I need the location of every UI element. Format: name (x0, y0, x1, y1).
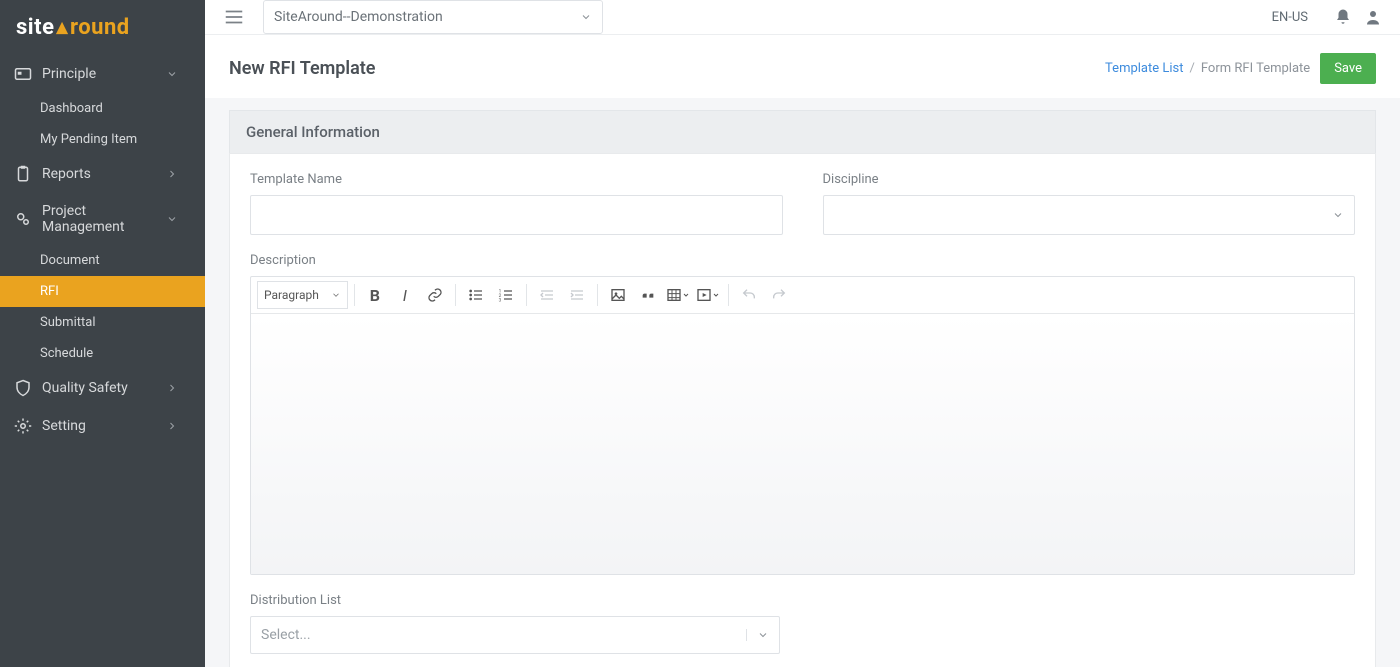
bold-button[interactable]: B (361, 281, 389, 309)
template-name-input[interactable] (250, 195, 783, 235)
sidebar-item-label: Principle (42, 66, 96, 82)
toolbar-divider (455, 284, 456, 306)
undo-button[interactable] (735, 281, 763, 309)
chevron-right-icon (163, 420, 181, 432)
italic-button[interactable]: I (391, 281, 419, 309)
sidebar-item-reports[interactable]: Reports (0, 155, 205, 193)
sidebar-sub-dashboard[interactable]: Dashboard (0, 93, 205, 124)
link-icon (427, 287, 443, 303)
chevron-down-icon (331, 290, 341, 300)
redo-button[interactable] (765, 281, 793, 309)
topbar: SiteAround--Demonstration EN-US (205, 0, 1400, 35)
format-select[interactable]: Paragraph (257, 281, 348, 309)
sidebar-sub-pending[interactable]: My Pending Item (0, 124, 205, 155)
chevron-right-icon (163, 168, 181, 180)
bell-icon[interactable] (1334, 8, 1352, 26)
toolbar-divider (354, 284, 355, 306)
quote-icon (640, 287, 656, 303)
table-icon (666, 287, 682, 303)
sidebar-item-label: Project Management (42, 203, 163, 235)
discipline-select[interactable] (823, 195, 1356, 235)
brand-text-1: site (16, 15, 54, 40)
page-header: New RFI Template Template List / Form RF… (205, 35, 1400, 98)
language-selector[interactable]: EN-US (1272, 10, 1308, 25)
discipline-label: Discipline (823, 172, 1356, 187)
redo-icon (771, 287, 787, 303)
chevron-down-icon (163, 68, 181, 80)
sidebar-item-label: Quality Safety (42, 380, 128, 396)
project-selector-value: SiteAround--Demonstration (274, 9, 443, 25)
breadcrumb-current: Form RFI Template (1201, 61, 1310, 76)
image-icon (610, 287, 626, 303)
distribution-list-placeholder: Select... (261, 627, 311, 643)
sidebar: site ▴ round Principle Dashboard My Pend… (0, 0, 205, 667)
chevron-down-icon (682, 291, 690, 299)
chevron-right-icon (163, 382, 181, 394)
list-ol-icon: 123 (498, 287, 514, 303)
list-ul-icon (468, 287, 484, 303)
breadcrumb-separator: / (1190, 61, 1195, 76)
brand-text-2: round (70, 15, 130, 40)
project-selector[interactable]: SiteAround--Demonstration (263, 0, 603, 34)
sidebar-item-project-management[interactable]: Project Management (0, 193, 205, 245)
quote-button[interactable] (634, 281, 662, 309)
outdent-icon (539, 287, 555, 303)
rich-text-editor: Paragraph B I 123 (250, 276, 1355, 575)
distribution-list-label: Distribution List (250, 593, 780, 608)
content-area: General Information Template Name Discip… (205, 98, 1400, 667)
form-card: Template Name Discipline Description (229, 153, 1376, 667)
sidebar-sub-submittal[interactable]: Submittal (0, 307, 205, 338)
indent-button[interactable] (563, 281, 591, 309)
indent-icon (569, 287, 585, 303)
chevron-down-icon (1332, 209, 1344, 221)
brand-logo: site ▴ round (0, 0, 205, 55)
gears-icon (14, 210, 32, 228)
description-label: Description (250, 253, 1355, 268)
template-name-label: Template Name (250, 172, 783, 187)
media-button[interactable] (694, 281, 722, 309)
section-header-general: General Information (229, 110, 1376, 153)
play-box-icon (696, 287, 712, 303)
editor-body[interactable] (251, 314, 1354, 574)
brand-arrow-icon: ▴ (56, 15, 68, 40)
sidebar-sub-schedule[interactable]: Schedule (0, 338, 205, 369)
shield-icon (14, 379, 32, 397)
chevron-down-icon (580, 11, 592, 23)
undo-icon (741, 287, 757, 303)
sidebar-item-label: Reports (42, 166, 91, 182)
chevron-down-icon (757, 629, 769, 641)
sidebar-item-principle[interactable]: Principle (0, 55, 205, 93)
editor-toolbar: Paragraph B I 123 (251, 277, 1354, 314)
image-button[interactable] (604, 281, 632, 309)
menu-toggle-icon[interactable] (223, 6, 245, 28)
breadcrumb-link-template-list[interactable]: Template List (1105, 61, 1183, 76)
toolbar-divider (728, 284, 729, 306)
toolbar-divider (526, 284, 527, 306)
svg-text:3: 3 (499, 298, 502, 303)
toolbar-divider (597, 284, 598, 306)
link-button[interactable] (421, 281, 449, 309)
table-button[interactable] (664, 281, 692, 309)
gear-icon (14, 417, 32, 435)
chevron-down-icon (712, 291, 720, 299)
sidebar-sub-document[interactable]: Document (0, 245, 205, 276)
user-icon[interactable] (1364, 8, 1382, 26)
distribution-list-select[interactable]: Select... (250, 616, 780, 654)
ordered-list-button[interactable]: 123 (492, 281, 520, 309)
id-card-icon (14, 65, 32, 83)
page-title: New RFI Template (229, 58, 376, 79)
sidebar-item-quality-safety[interactable]: Quality Safety (0, 369, 205, 407)
outdent-button[interactable] (533, 281, 561, 309)
clipboard-icon (14, 165, 32, 183)
chevron-down-icon (163, 213, 181, 225)
format-select-value: Paragraph (264, 288, 319, 302)
bullet-list-button[interactable] (462, 281, 490, 309)
sidebar-item-label: Setting (42, 418, 86, 434)
sidebar-item-setting[interactable]: Setting (0, 407, 205, 445)
save-button[interactable]: Save (1320, 53, 1376, 84)
main-panel: SiteAround--Demonstration EN-US New RFI … (205, 0, 1400, 667)
sidebar-sub-rfi[interactable]: RFI (0, 276, 205, 307)
